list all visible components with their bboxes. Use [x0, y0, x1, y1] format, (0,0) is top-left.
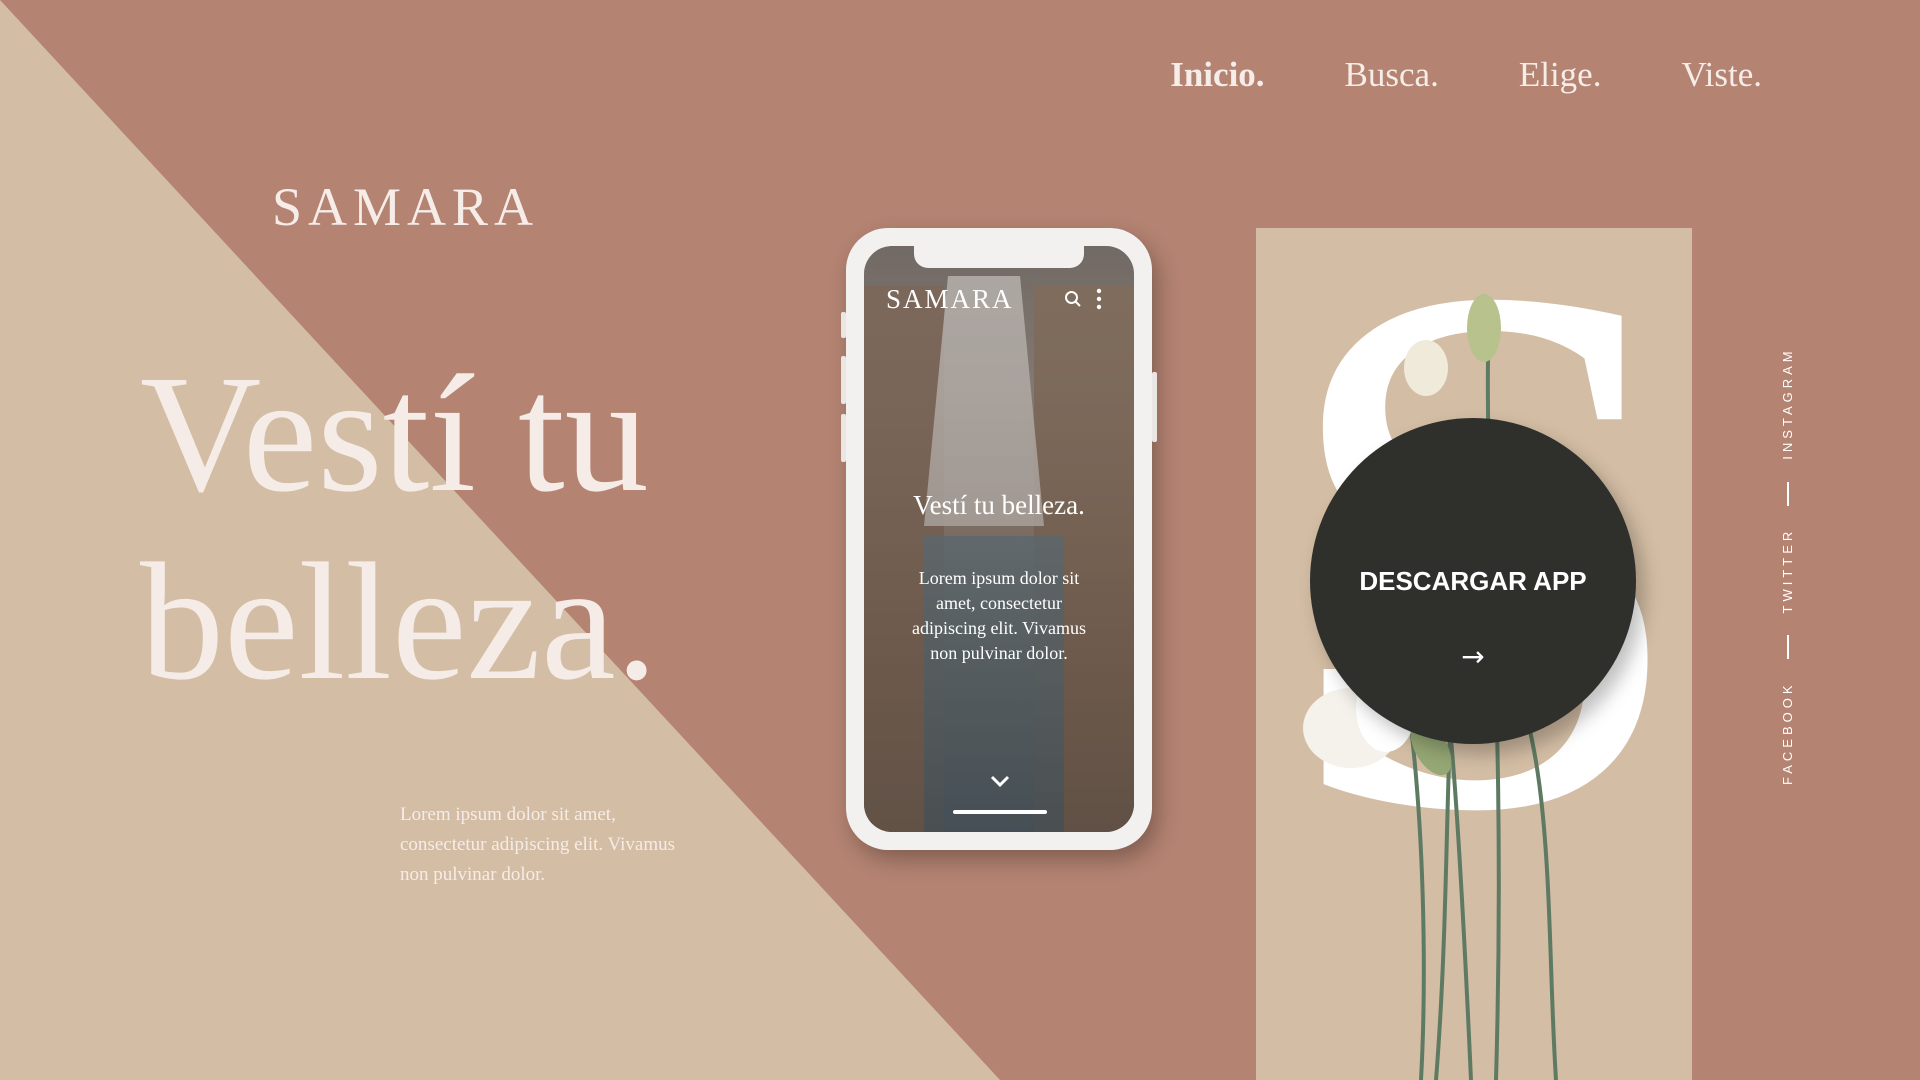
phone-screen: SAMARA Vestí tu belleza. Lorem ipsum dol… [864, 246, 1134, 832]
nav-item-busca[interactable]: Busca. [1345, 55, 1439, 95]
screen-body: Lorem ipsum dolor sit amet, consectetur … [911, 568, 1087, 663]
nav-item-elige[interactable]: Elige. [1519, 55, 1602, 95]
screen-brand[interactable]: SAMARA [886, 284, 1014, 315]
hero-description: Lorem ipsum dolor sit amet, consectetur … [400, 804, 675, 885]
phone-side-button [1152, 372, 1157, 442]
phone-side-button [841, 356, 846, 404]
search-icon[interactable] [1064, 290, 1082, 308]
social-divider [1786, 481, 1789, 506]
social-link-facebook[interactable]: FACEBOOK [1780, 681, 1795, 785]
arrow-right-icon: → [1461, 640, 1485, 673]
home-indicator [953, 810, 1047, 814]
hero-title-line2: belleza. [140, 529, 658, 715]
social-link-twitter[interactable]: TWITTER [1780, 528, 1795, 614]
hero-title: Vestí tu belleza. [140, 340, 658, 716]
main-nav: Inicio. Busca. Elige. Viste. [1170, 55, 1762, 95]
more-vertical-icon[interactable] [1096, 288, 1102, 310]
download-app-button[interactable]: DESCARGAR APP → [1310, 418, 1636, 744]
photo-overlay [864, 246, 1134, 832]
download-app-label: DESCARGAR APP [1359, 566, 1587, 596]
phone-notch [914, 246, 1084, 268]
phone-mockup: SAMARA Vestí tu belleza. Lorem ipsum dol… [841, 228, 1157, 850]
nav-item-inicio[interactable]: Inicio. [1170, 55, 1264, 95]
nav-item-viste[interactable]: Viste. [1681, 55, 1762, 95]
screen-title: Vestí tu belleza. [913, 490, 1085, 520]
chevron-down-icon[interactable] [989, 774, 1011, 788]
social-link-instagram[interactable]: INSTAGRAM [1780, 347, 1795, 459]
phone-side-button [841, 312, 846, 338]
social-links: FACEBOOK TWITTER INSTAGRAM [1765, 340, 1795, 790]
phone-side-button [841, 414, 846, 462]
hero-title-line1: Vestí tu [140, 341, 649, 527]
brand-logo[interactable]: SAMARA [272, 176, 539, 238]
social-divider [1786, 635, 1789, 660]
